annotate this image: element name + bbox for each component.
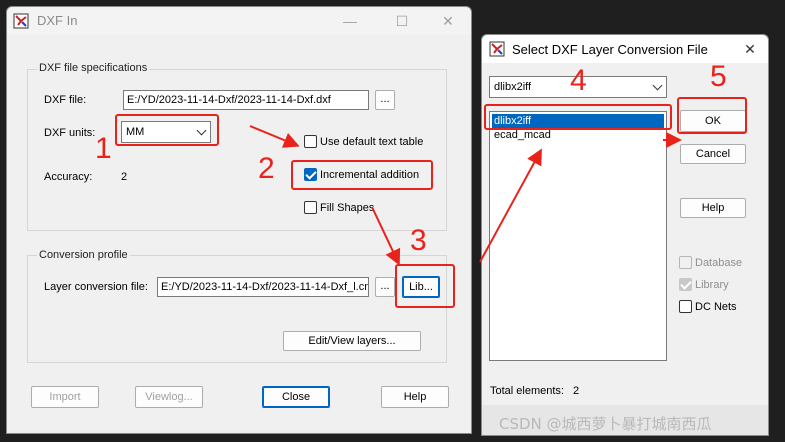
arrow-3 — [371, 206, 401, 266]
watermark: CSDN @城西萝卜暴打城南西瓜 — [499, 415, 712, 433]
annotation-arrows — [249, 125, 682, 266]
arrow-2 — [249, 125, 300, 148]
arrow-4 — [479, 148, 542, 263]
